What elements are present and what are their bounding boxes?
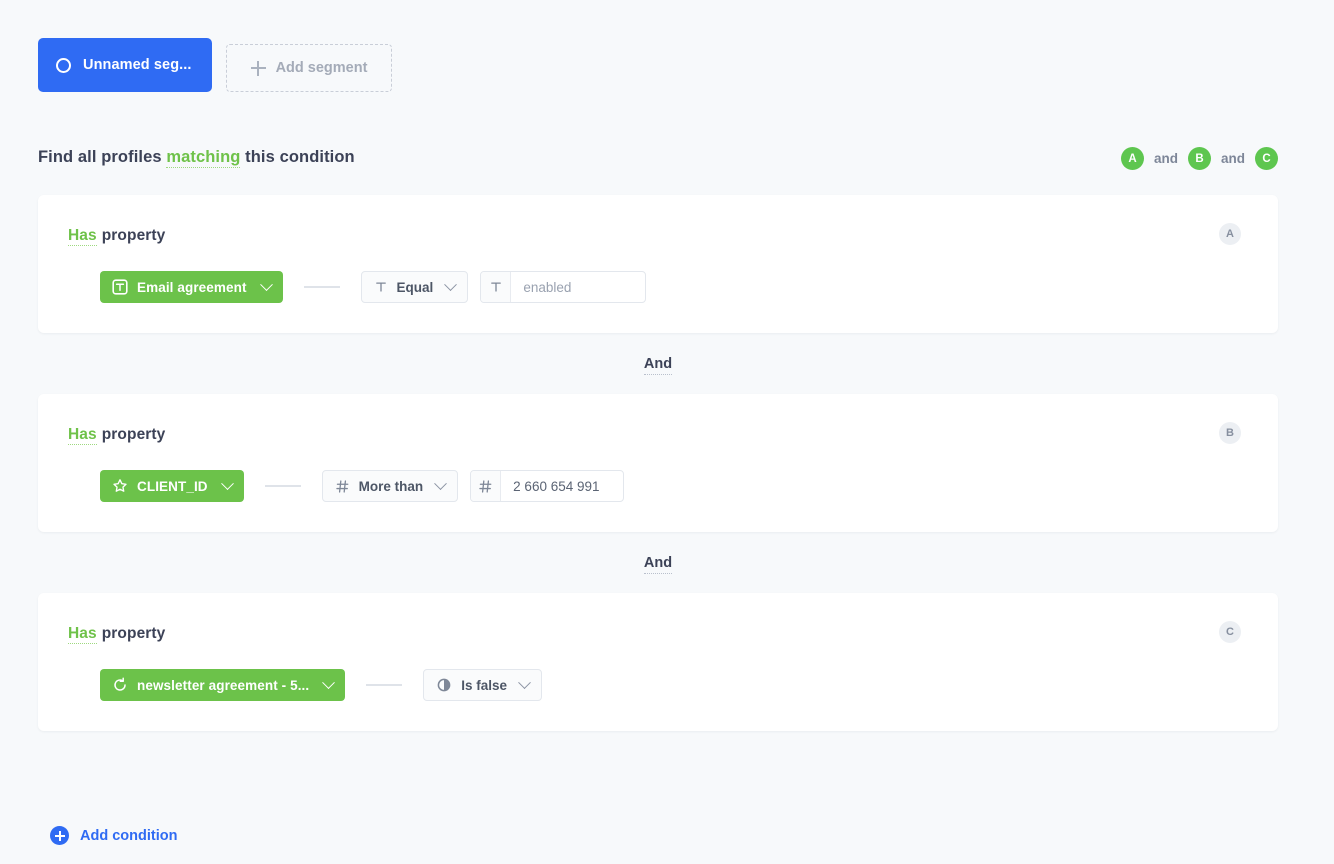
- condition-badge-a: A: [1219, 223, 1241, 245]
- property-select-label-b: CLIENT_ID: [137, 479, 208, 494]
- circular-arrow-icon: [112, 677, 128, 693]
- add-segment-label: Add segment: [276, 60, 368, 76]
- value-input-a[interactable]: [511, 272, 645, 302]
- headline-suffix: this condition: [245, 148, 355, 166]
- condition-operator-link-c[interactable]: Has: [68, 625, 97, 644]
- property-select-b[interactable]: CLIENT_ID: [100, 470, 244, 502]
- conditions-list: A Has property Email agreement: [38, 195, 1278, 731]
- letter-badge-a[interactable]: A: [1121, 147, 1144, 170]
- operator-select-label-c: Is false: [461, 678, 507, 693]
- segment-tab-label: Unnamed seg...: [83, 57, 192, 73]
- card-spacer: [38, 303, 1278, 333]
- condition-badge-b: B: [1219, 422, 1241, 444]
- text-type-icon: [481, 272, 511, 302]
- operator-select-c[interactable]: Is false: [423, 669, 542, 701]
- chevron-down-icon: [434, 477, 447, 490]
- condition-card-c: C Has property newsletter agreement - 5..…: [38, 593, 1278, 731]
- letter-badge-b[interactable]: B: [1188, 147, 1211, 170]
- condition-row-c: newsletter agreement - 5... Is false: [38, 643, 1278, 701]
- plus-circle-icon: [50, 826, 69, 845]
- property-select-label-a: Email agreement: [137, 280, 247, 295]
- headline-prefix: Find all profiles: [38, 148, 162, 166]
- operator-select-label-b: More than: [359, 479, 424, 494]
- chevron-down-icon: [444, 278, 457, 291]
- operator-select-b[interactable]: More than: [322, 470, 459, 502]
- and-separator-label[interactable]: And: [644, 555, 672, 574]
- value-input-b[interactable]: [501, 471, 623, 501]
- hash-number-icon: [335, 479, 350, 494]
- and-separator-2: And: [38, 532, 1278, 593]
- page-title: Find all profiles matching this conditio…: [38, 148, 355, 167]
- property-select-a[interactable]: Email agreement: [100, 271, 283, 303]
- condition-header-b: Has property: [38, 394, 1278, 444]
- letter-badge-c[interactable]: C: [1255, 147, 1278, 170]
- letter-conjunction-1: and: [1154, 151, 1178, 166]
- text-type-icon: [112, 279, 128, 295]
- row-connector-a: [304, 286, 340, 288]
- star-icon: [112, 478, 128, 494]
- value-field-a[interactable]: [480, 271, 646, 303]
- card-spacer: [38, 502, 1278, 532]
- condition-operator-link-b[interactable]: Has: [68, 426, 97, 445]
- condition-header-c: Has property: [38, 593, 1278, 643]
- row-connector-b: [265, 485, 301, 487]
- chevron-down-icon: [322, 676, 335, 689]
- plus-icon: [251, 61, 266, 76]
- row-connector-c: [366, 684, 402, 686]
- segment-builder-page: Unnamed seg... Add segment Find all prof…: [0, 0, 1334, 864]
- chevron-down-icon: [221, 477, 234, 490]
- segment-tabs: Unnamed seg... Add segment: [38, 38, 392, 92]
- letter-conjunction-2: and: [1221, 151, 1245, 166]
- condition-card-b: B Hasproperty CLIENT_ID More th: [38, 394, 1278, 532]
- circle-outline-icon: [56, 58, 71, 73]
- hash-number-icon: [471, 471, 501, 501]
- condition-row-b: CLIENT_ID More than: [38, 444, 1278, 502]
- operator-select-a[interactable]: Equal: [361, 271, 469, 303]
- segment-tab-active[interactable]: Unnamed seg...: [38, 38, 212, 92]
- condition-header-a: Has property: [38, 195, 1278, 245]
- add-condition-button[interactable]: Add condition: [50, 826, 177, 845]
- operator-select-label-a: Equal: [397, 280, 434, 295]
- text-type-icon: [374, 280, 388, 294]
- and-separator-1: And: [38, 333, 1278, 394]
- condition-operator-link-a[interactable]: Has: [68, 227, 97, 246]
- add-segment-button[interactable]: Add segment: [226, 44, 393, 92]
- condition-card-a: A Has property Email agreement: [38, 195, 1278, 333]
- chevron-down-icon: [518, 676, 531, 689]
- value-field-b[interactable]: [470, 470, 624, 502]
- boolean-toggle-icon: [436, 677, 452, 693]
- chevron-down-icon: [260, 278, 273, 291]
- and-separator-label[interactable]: And: [644, 356, 672, 375]
- condition-row-a: Email agreement Equal: [38, 245, 1278, 303]
- property-select-c[interactable]: newsletter agreement - 5...: [100, 669, 345, 701]
- add-condition-label: Add condition: [80, 828, 177, 844]
- matching-mode-link[interactable]: matching: [166, 148, 240, 168]
- property-select-label-c: newsletter agreement - 5...: [137, 678, 309, 693]
- condition-badge-c: C: [1219, 621, 1241, 643]
- card-spacer: [38, 701, 1278, 731]
- condition-letters-summary: A and B and C: [1121, 147, 1278, 170]
- condition-header-label-a: property: [102, 227, 166, 244]
- condition-header-label-b: property: [102, 426, 166, 443]
- condition-header-label-c: property: [102, 625, 166, 642]
